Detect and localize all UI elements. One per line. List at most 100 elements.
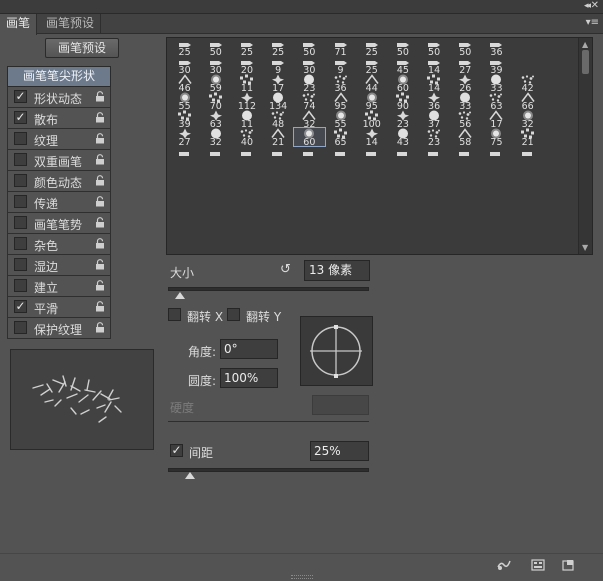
angle-roundness-widget[interactable]: [300, 316, 373, 386]
flip-y-checkbox[interactable]: [227, 308, 240, 321]
lock-icon[interactable]: [95, 280, 105, 291]
brush-tip-cell[interactable]: 33: [481, 74, 512, 93]
brush-tip-cell[interactable]: 36: [325, 74, 356, 93]
spacing-slider[interactable]: [168, 468, 369, 472]
scroll-thumb[interactable]: [582, 50, 589, 74]
brush-tip-cell[interactable]: 14: [356, 128, 387, 147]
brush-tip-cell[interactable]: 23: [419, 128, 450, 147]
brush-tip-cell[interactable]: [263, 146, 294, 164]
brush-tip-cell[interactable]: 39: [481, 56, 512, 75]
brush-tip-cell[interactable]: [481, 146, 512, 164]
brush-option-item[interactable]: 传递: [7, 192, 111, 213]
lock-icon[interactable]: [95, 196, 105, 207]
spacing-field[interactable]: 25%: [310, 441, 369, 461]
brush-option-item[interactable]: 保护纹理: [7, 318, 111, 339]
lock-icon[interactable]: [95, 217, 105, 228]
brush-tip-cell[interactable]: 55: [169, 92, 200, 111]
collapse-icon[interactable]: ◂◂: [584, 1, 591, 11]
brush-tip-cell[interactable]: [200, 146, 231, 164]
brush-tip-cell[interactable]: 58: [450, 128, 481, 147]
spacing-checkbox[interactable]: ✓: [170, 444, 183, 457]
brush-tip-cell[interactable]: 30: [169, 56, 200, 75]
brush-tip-cell[interactable]: [419, 146, 450, 164]
brush-tip-cell[interactable]: 30: [200, 56, 231, 75]
roundness-field[interactable]: 100%: [220, 368, 278, 388]
brush-tip-cell[interactable]: 74: [294, 92, 325, 111]
brush-tip-cell[interactable]: 17: [481, 110, 512, 129]
brush-tip-cell[interactable]: [387, 146, 418, 164]
brush-tip-cell[interactable]: 63: [200, 110, 231, 129]
brush-tip-cell[interactable]: 50: [450, 38, 481, 57]
brush-tip-cell[interactable]: 63: [481, 92, 512, 111]
brush-tip-cell[interactable]: 36: [419, 92, 450, 111]
new-preset-icon[interactable]: [561, 559, 575, 571]
brush-tip-cell[interactable]: [169, 146, 200, 164]
scroll-down-icon[interactable]: ▼: [582, 243, 588, 252]
brush-option-item[interactable]: 颜色动态: [7, 171, 111, 192]
brush-tip-cell[interactable]: 37: [419, 110, 450, 129]
brush-tip-cell[interactable]: 21: [512, 128, 543, 147]
brush-tip-cell[interactable]: 90: [387, 92, 418, 111]
brush-option-checkbox[interactable]: [14, 153, 27, 166]
spacing-slider-thumb[interactable]: [185, 472, 196, 479]
brush-tip-cell[interactable]: 46: [169, 74, 200, 93]
brush-option-item[interactable]: 杂色: [7, 234, 111, 255]
brush-option-checkbox[interactable]: [14, 258, 27, 271]
brush-tip-cell[interactable]: 25: [169, 38, 200, 57]
brush-tip-cell[interactable]: 25: [263, 38, 294, 57]
resize-grip[interactable]: [291, 575, 313, 579]
brush-tip-cell[interactable]: 43: [387, 128, 418, 147]
brush-tip-cell[interactable]: 42: [512, 74, 543, 93]
brush-tip-cell[interactable]: 40: [231, 128, 262, 147]
tab-brush[interactable]: 画笔: [0, 14, 38, 35]
brush-tip-cell[interactable]: 23: [387, 110, 418, 129]
brush-grid-scrollbar[interactable]: ▲ ▼: [578, 38, 592, 254]
brush-tip-cell[interactable]: 50: [419, 38, 450, 57]
create-brush-icon[interactable]: [531, 559, 545, 571]
lock-icon[interactable]: [95, 91, 105, 102]
brush-tip-cell[interactable]: 59: [200, 74, 231, 93]
brush-tip-cell[interactable]: 33: [450, 92, 481, 111]
brush-tip-cell[interactable]: 32: [294, 110, 325, 129]
brush-option-checkbox[interactable]: [14, 279, 27, 292]
brush-tip-cell[interactable]: 95: [325, 92, 356, 111]
brush-tip-cell[interactable]: [450, 146, 481, 164]
brush-tip-cell[interactable]: [356, 146, 387, 164]
size-slider[interactable]: [168, 287, 369, 291]
brush-tip-cell[interactable]: 25: [356, 56, 387, 75]
brush-tip-cell[interactable]: [294, 146, 325, 164]
flip-x-checkbox[interactable]: [168, 308, 181, 321]
brush-tip-cell[interactable]: 45: [387, 56, 418, 75]
brush-option-checkbox[interactable]: ✓: [14, 90, 27, 103]
brush-tip-cell[interactable]: 71: [325, 38, 356, 57]
brush-tip-cell[interactable]: 75: [481, 128, 512, 147]
lock-icon[interactable]: [95, 301, 105, 312]
brush-tip-cell[interactable]: 9: [263, 56, 294, 75]
lock-icon[interactable]: [95, 112, 105, 123]
brush-tip-cell[interactable]: 32: [200, 128, 231, 147]
brush-option-item[interactable]: 画笔笔势: [7, 213, 111, 234]
lock-icon[interactable]: [95, 175, 105, 186]
brush-tip-cell[interactable]: 60: [292, 127, 326, 147]
brush-option-item[interactable]: 双重画笔: [7, 150, 111, 171]
brush-tip-cell[interactable]: 30: [294, 56, 325, 75]
brush-tip-cell[interactable]: 55: [325, 110, 356, 129]
brush-tip-cell[interactable]: 17: [263, 74, 294, 93]
brush-presets-button[interactable]: 画笔预设: [45, 38, 119, 58]
panel-menu-icon[interactable]: ▾≡: [586, 17, 599, 28]
brush-tip-cell[interactable]: 32: [512, 110, 543, 129]
brush-tip-cell[interactable]: 56: [450, 110, 481, 129]
brush-tip-cell[interactable]: 50: [294, 38, 325, 57]
brush-option-checkbox[interactable]: [14, 132, 27, 145]
brush-tip-cell[interactable]: 14: [419, 74, 450, 93]
brush-tip-cell[interactable]: 20: [231, 56, 262, 75]
brush-option-item[interactable]: ✓ 平滑: [7, 297, 111, 318]
brush-tip-cell[interactable]: 60: [387, 74, 418, 93]
brush-tip-cell[interactable]: 70: [200, 92, 231, 111]
lock-icon[interactable]: [95, 322, 105, 333]
brush-option-checkbox[interactable]: ✓: [14, 111, 27, 124]
brush-tip-cell[interactable]: 36: [481, 38, 512, 57]
brush-tip-cell[interactable]: 65: [325, 128, 356, 147]
scroll-up-icon[interactable]: ▲: [582, 40, 588, 49]
brush-tip-cell[interactable]: 11: [231, 74, 262, 93]
